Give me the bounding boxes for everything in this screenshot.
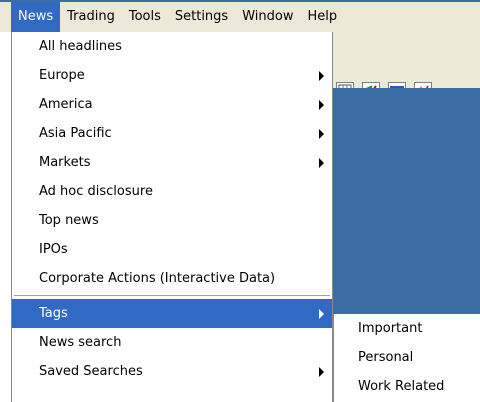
submenu-arrow-icon bbox=[319, 100, 324, 110]
tags-submenu: Important Personal Work Related bbox=[333, 314, 480, 402]
menu-item-asia-pacific[interactable]: Asia Pacific bbox=[12, 119, 332, 148]
menu-item-label: IPOs bbox=[39, 242, 68, 257]
menu-item-label: Corporate Actions (Interactive Data) bbox=[39, 271, 276, 286]
menu-item-label: Asia Pacific bbox=[39, 126, 112, 141]
menu-help[interactable]: Help bbox=[300, 2, 344, 32]
submenu-item-important[interactable]: Important bbox=[334, 314, 480, 343]
menu-item-label: Markets bbox=[39, 155, 91, 170]
menu-item-top-news[interactable]: Top news bbox=[12, 206, 332, 235]
menu-settings[interactable]: Settings bbox=[168, 2, 235, 32]
submenu-arrow-icon bbox=[319, 71, 324, 81]
menu-item-saved-searches[interactable]: Saved Searches bbox=[12, 357, 332, 386]
menu-item-america[interactable]: America bbox=[12, 90, 332, 119]
menu-item-label: All headlines bbox=[39, 39, 122, 54]
submenu-arrow-icon bbox=[319, 129, 324, 139]
menu-window[interactable]: Window bbox=[235, 2, 300, 32]
menu-news[interactable]: News bbox=[11, 2, 61, 32]
menu-item-markets[interactable]: Markets bbox=[12, 148, 332, 177]
submenu-arrow-icon bbox=[319, 309, 324, 319]
menu-item-all-headlines[interactable]: All headlines bbox=[12, 32, 332, 61]
menu-trading[interactable]: Trading bbox=[60, 2, 122, 32]
submenu-arrow-icon bbox=[319, 367, 324, 377]
menu-item-ad-hoc-disclosure[interactable]: Ad hoc disclosure bbox=[12, 177, 332, 206]
menu-item-tags[interactable]: Tags bbox=[12, 299, 332, 328]
menu-item-ipos[interactable]: IPOs bbox=[12, 235, 332, 264]
menu-bar: News Trading Tools Settings Window Help bbox=[0, 2, 480, 32]
menu-item-label: Europe bbox=[39, 68, 85, 83]
menu-tools[interactable]: Tools bbox=[122, 2, 168, 32]
news-dropdown-menu: All headlines Europe America Asia Pacifi… bbox=[11, 32, 333, 402]
menu-item-news-search[interactable]: News search bbox=[12, 328, 332, 357]
menu-item-europe[interactable]: Europe bbox=[12, 61, 332, 90]
menu-item-label: News search bbox=[39, 335, 122, 350]
menu-item-label: Ad hoc disclosure bbox=[39, 184, 153, 199]
menu-item-label: Saved Searches bbox=[39, 364, 143, 379]
workspace-background bbox=[322, 88, 480, 314]
toolbar bbox=[322, 32, 480, 100]
menu-item-label: America bbox=[39, 97, 93, 112]
submenu-item-work-related[interactable]: Work Related bbox=[334, 372, 480, 401]
menu-item-label: Top news bbox=[39, 213, 99, 228]
menu-item-label: Tags bbox=[39, 306, 68, 321]
menu-item-corporate-actions[interactable]: Corporate Actions (Interactive Data) bbox=[12, 264, 332, 293]
submenu-arrow-icon bbox=[319, 158, 324, 168]
submenu-item-personal[interactable]: Personal bbox=[334, 343, 480, 372]
